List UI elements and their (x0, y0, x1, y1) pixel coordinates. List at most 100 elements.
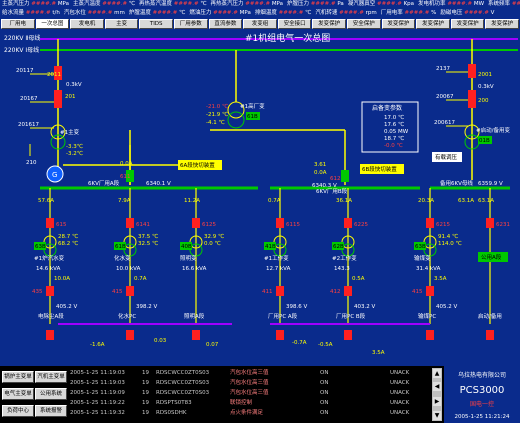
menu-button-0[interactable]: 厂用电 (1, 19, 35, 29)
event-state: ON (320, 380, 329, 386)
feeder-temp-2: 0.0 ℃ (204, 240, 221, 247)
label-kv: 0.3kV (66, 82, 82, 88)
event-desc: 汽包水位高三值 (230, 390, 269, 396)
event-list-scrollbar[interactable]: ▲ ◀ ▶ ▼ (432, 368, 442, 421)
standby-param-5: -0.0 ℃ (384, 142, 403, 149)
public-system-button[interactable]: 公用系统 (35, 388, 67, 400)
event-row[interactable]: 2005-1-25 11:19:03 19 RDSCWCC0ZT0S03 汽包水位高三… (70, 369, 428, 378)
feeder-breaker-2[interactable] (192, 218, 200, 228)
row2-item-3: 燃油压力 ####.# MPa (189, 10, 251, 16)
lv-breaker-0[interactable] (46, 286, 54, 296)
ticker-unit: MPa (239, 10, 251, 16)
menu-button-3[interactable]: 主变 (104, 19, 139, 29)
feeder-code: 6225 (354, 222, 368, 228)
menu-button-6[interactable]: 直流参数 (208, 19, 243, 29)
menu-button-2[interactable]: 发电机 (70, 19, 104, 29)
breaker-2001[interactable] (468, 64, 476, 78)
low-current-6: 3.5A (372, 350, 385, 356)
outgoing-breaker-2[interactable] (192, 330, 200, 340)
lv-breaker-3[interactable] (276, 286, 284, 296)
feeder-breaker-5[interactable] (426, 218, 434, 228)
lv-breaker-label: 411 (262, 289, 273, 295)
event-no: 19 (142, 370, 149, 376)
electrical-menu-button[interactable]: 电气主变单 (2, 388, 34, 400)
feeder-breaker-6[interactable] (486, 218, 494, 228)
lv-breaker-4[interactable] (344, 286, 352, 296)
feeder-breaker-4[interactable] (344, 218, 352, 228)
feeder-code: 6125 (202, 222, 216, 228)
outgoing-breaker-0[interactable] (46, 330, 54, 340)
event-no: 19 (142, 410, 149, 416)
event-row[interactable]: 2005-1-25 11:19:09 19 RDSCWCC0ZT0S03 汽包水位高三… (70, 389, 428, 398)
event-row[interactable]: 2005-1-25 11:19:22 19 RDSPTS0T83 联锁控制 ON UNAC… (70, 399, 428, 408)
event-desc: 汽包水位高三值 (230, 380, 269, 386)
right-label-sw3: 20067 (436, 94, 454, 100)
event-code: RDS0SDHK (156, 410, 187, 416)
feeder-load: 12.7 kVA (266, 266, 291, 272)
menu-button-11[interactable]: 发变保护 (381, 19, 416, 29)
feeder-breaker-3[interactable] (276, 218, 284, 228)
outgoing-breaker-3[interactable] (276, 330, 284, 340)
system-alarm-button[interactable]: 系统报警 (35, 405, 67, 417)
standby-transformer-code: 01B (479, 138, 490, 144)
outgoing-breaker-1[interactable] (126, 330, 134, 340)
ticker-label: 系统频率 (488, 1, 511, 7)
scroll-down-icon[interactable]: ▼ (433, 411, 441, 420)
feeder-code: 6141 (136, 222, 150, 228)
feeder-lv-bus: 厂用PC B段 (336, 312, 366, 320)
menu-button-5[interactable]: 厂用参数 (174, 19, 208, 29)
ticker-unit: rpm (365, 10, 377, 16)
menu-button-9[interactable]: 发变保护 (312, 19, 346, 29)
feeder-tx-code: 41B (265, 244, 276, 250)
breaker-201[interactable] (54, 90, 62, 108)
lv-breaker-1[interactable] (126, 286, 134, 296)
bus-6kv-standby-amp: 63.1A (458, 198, 474, 204)
turbine-menu-button[interactable]: 汽机主变单 (35, 371, 67, 383)
breaker-612[interactable] (341, 170, 349, 182)
scroll-up-icon[interactable]: ▲ (433, 369, 441, 378)
menu-button-14[interactable]: 发变保护 (485, 19, 519, 29)
event-row[interactable]: 2005-1-25 11:19:03 19 RDSCWCC0ZT0S03 汽包水位高三… (70, 379, 428, 388)
standby-param-3: 0.05 MW (384, 129, 409, 135)
menu-button-7[interactable]: 发变组 (243, 19, 277, 29)
low-current-2: 0.03 (154, 338, 167, 344)
ticker-value: ####.# (213, 10, 238, 16)
event-state: ON (320, 390, 329, 396)
feeder-tx-code: 40B (181, 244, 192, 250)
feeder-amp: 63.1A (478, 198, 494, 204)
menu-button-4[interactable]: TIDS (139, 19, 173, 29)
feeder-breaker-1[interactable] (126, 218, 134, 228)
event-no: 19 (142, 400, 149, 406)
main-transformer-label: #1主变 (60, 128, 80, 136)
outgoing-breaker-6[interactable] (486, 330, 494, 340)
label-sw5: 201617 (18, 122, 39, 128)
feeder-breaker-0[interactable] (46, 218, 54, 228)
menu-button-8[interactable]: 安全接口 (277, 19, 312, 29)
fast-switch-b[interactable]: 6B段快切装置 (360, 164, 404, 174)
menu-button-12[interactable]: 发变保护 (416, 19, 450, 29)
fast-switch-a[interactable]: 6A段快切装置 (178, 160, 222, 170)
menu-button-10[interactable]: 安全保护 (347, 19, 381, 29)
ticker-label: 汽包水位 (63, 10, 86, 16)
product-subtitle: 国电一控 (469, 401, 494, 408)
lv-breaker-5[interactable] (426, 286, 434, 296)
menu-button-1[interactable]: 一次总图 (35, 19, 70, 29)
ticker-value: ####.# (102, 1, 128, 7)
feeder-lv-bus: 启动/备用 (478, 312, 502, 320)
feeder-tx-code: 61B (115, 244, 126, 250)
scroll-up-page-icon[interactable]: ◀ (433, 382, 441, 391)
feeder-amp: 7.9A (118, 198, 131, 204)
ticker-value: ####.# (31, 1, 57, 7)
event-desc: 汽包水位高三值 (230, 370, 269, 376)
outgoing-breaker-4[interactable] (344, 330, 352, 340)
event-state: ON (320, 400, 329, 406)
event-row[interactable]: 2005-1-25 11:19:32 19 RDS0SDHK 点火条件满足 ON UNAC… (70, 409, 428, 418)
bus-a-incoming-amp: 0.0A (120, 161, 133, 167)
outgoing-breaker-5[interactable] (426, 330, 434, 340)
load-center-button[interactable]: 负荷中心 (2, 405, 34, 417)
ticker-label: 发电机功率 (418, 1, 446, 7)
scroll-down-page-icon[interactable]: ▶ (433, 397, 441, 406)
breaker-200[interactable] (468, 90, 476, 108)
boiler-menu-button[interactable]: 锅炉主变单 (2, 371, 34, 383)
menu-button-13[interactable]: 发变保护 (450, 19, 485, 29)
